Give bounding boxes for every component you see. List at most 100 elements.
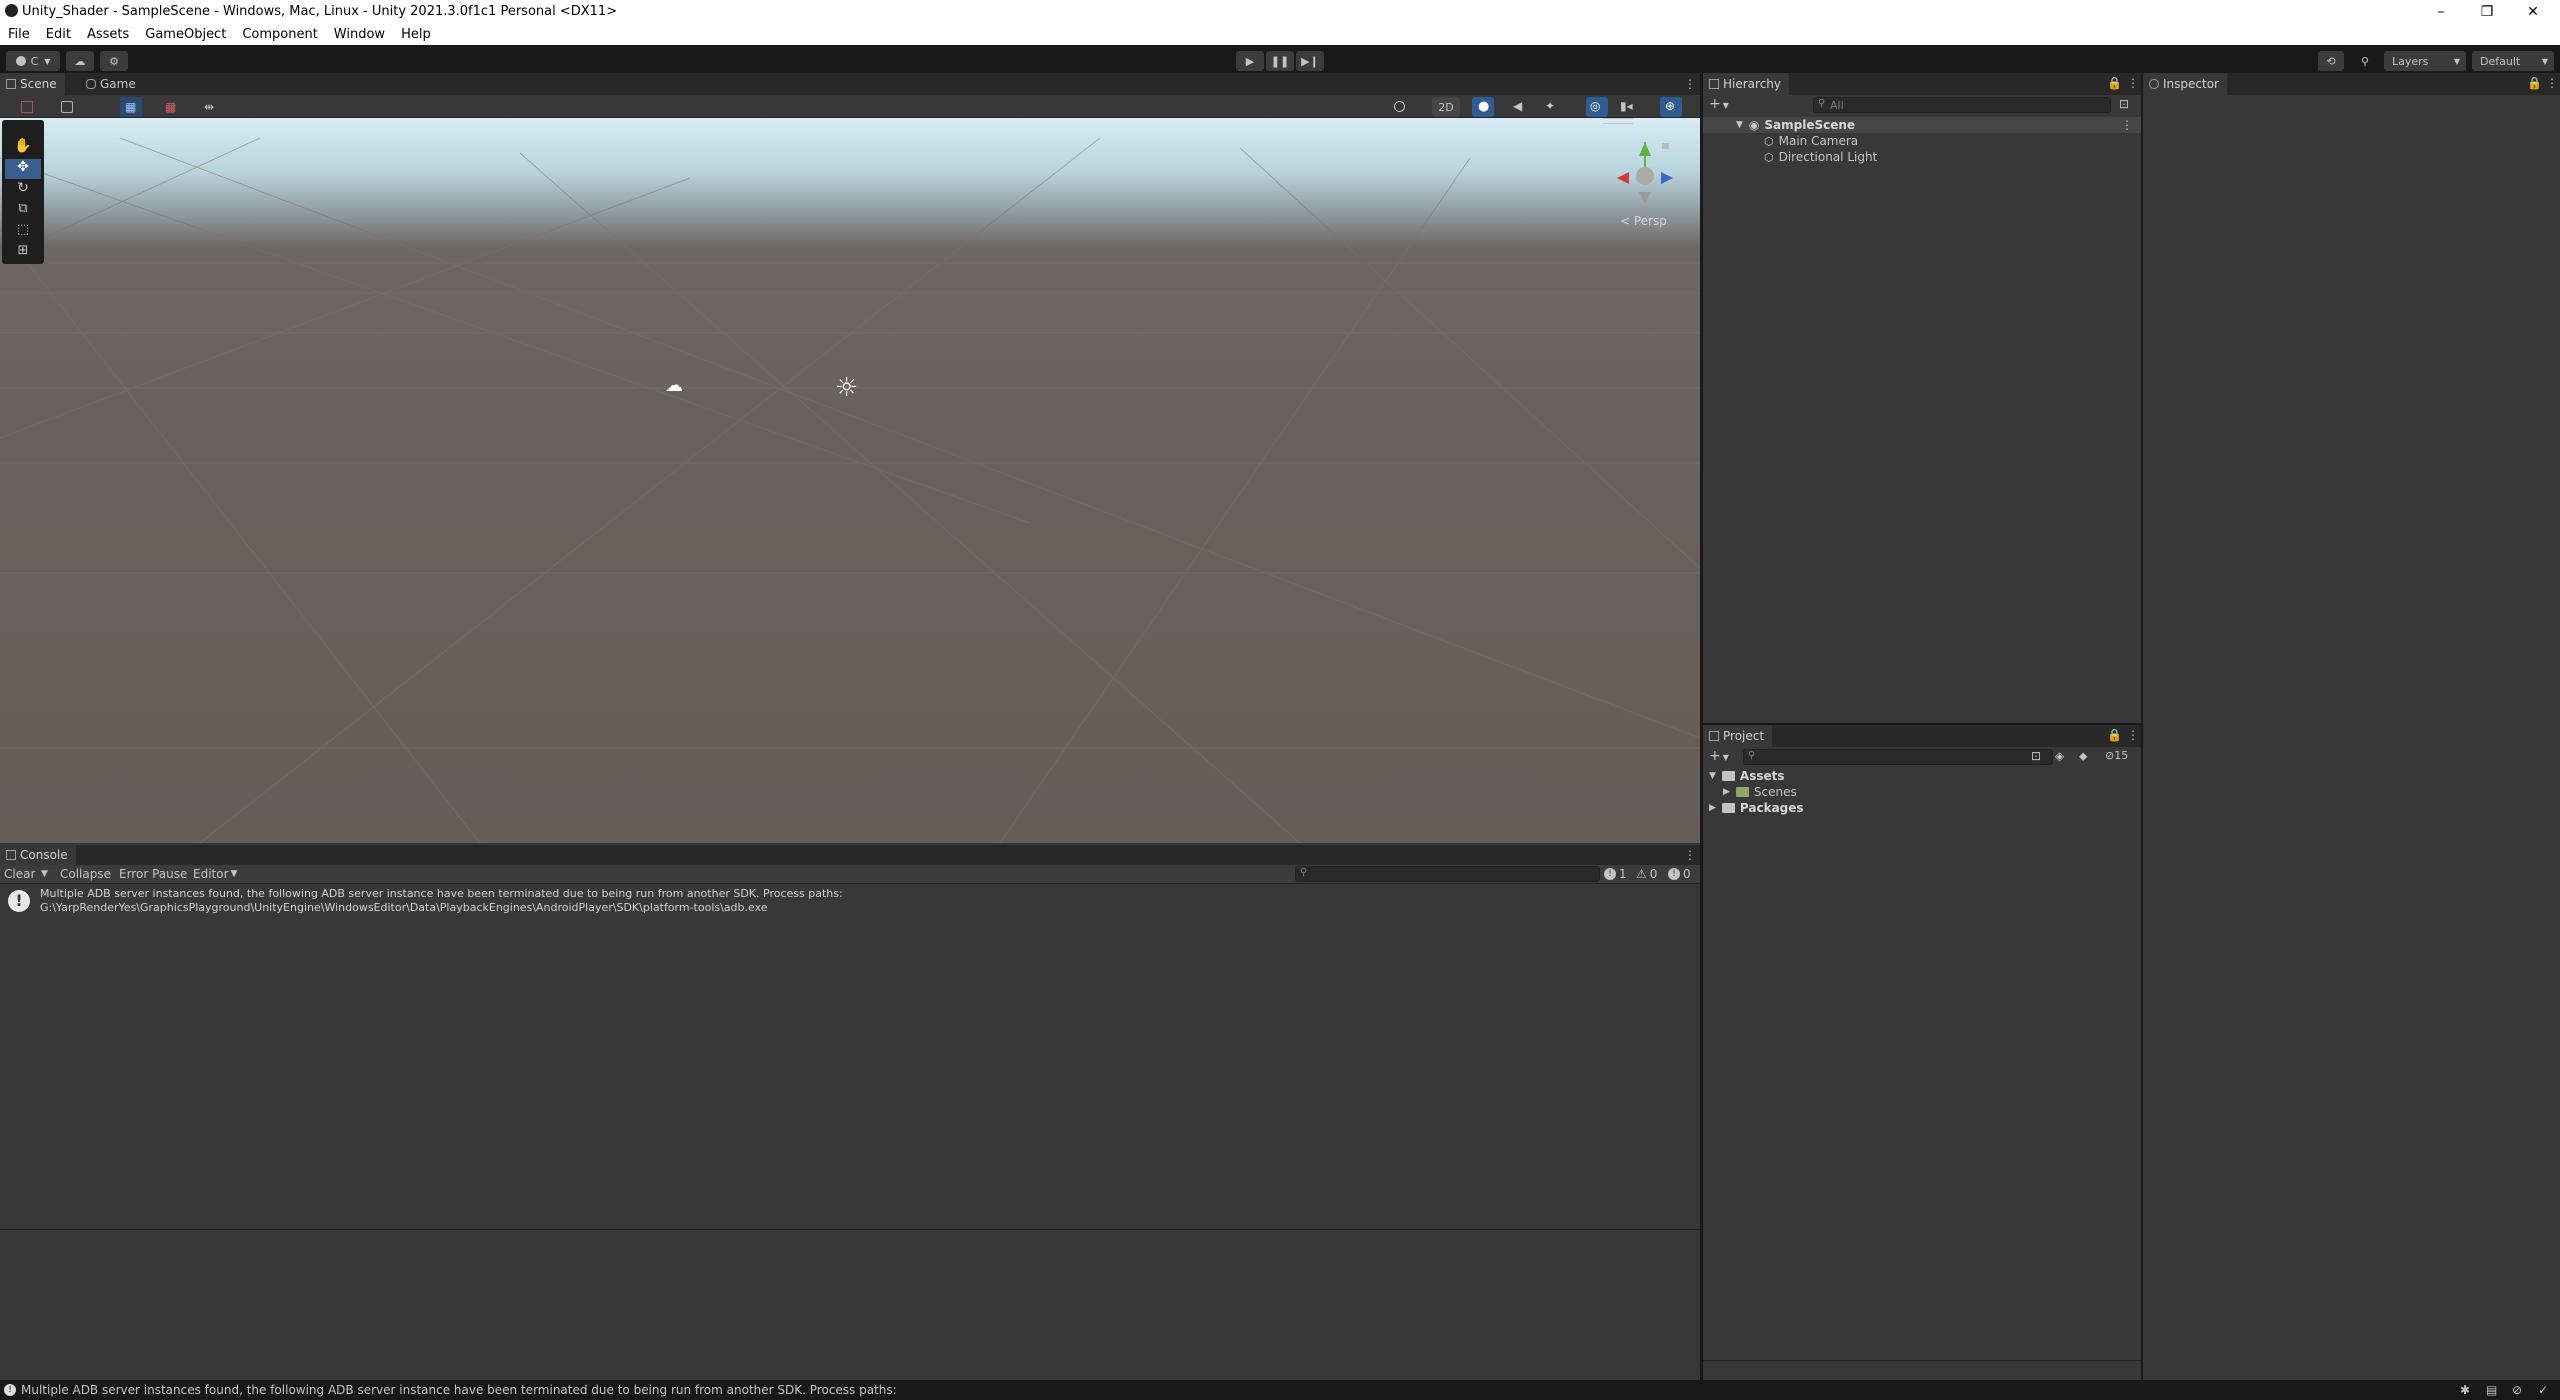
debug-bug-icon[interactable]: ✱	[2460, 1383, 2470, 1397]
menu-window[interactable]: Window	[334, 27, 385, 42]
project-tree-packages[interactable]: ▶ Packages	[1703, 800, 2141, 816]
hierarchy-item[interactable]: ⬡ Main Camera	[1703, 133, 2141, 149]
camera-gizmo-icon[interactable]: ☁	[665, 375, 683, 396]
project-search-input[interactable]: ⚲	[1743, 749, 2053, 765]
lightbulb-icon: ●	[1478, 99, 1490, 114]
console-search-input[interactable]: ⚲	[1295, 866, 1600, 882]
scale-tool-button[interactable]: ⧉	[5, 201, 41, 221]
tag-icon[interactable]: ⬥	[2079, 749, 2087, 764]
gizmos-button[interactable]: ⊕	[1660, 97, 1682, 117]
info-icon: !	[1604, 868, 1616, 880]
minimize-button[interactable]: –	[2418, 0, 2464, 23]
account-button[interactable]: C ▼	[6, 51, 60, 71]
tab-game[interactable]: Game	[80, 73, 144, 95]
more-options-icon[interactable]: ⋮	[2127, 76, 2139, 90]
error-pause-button[interactable]: Error Pause	[119, 865, 187, 883]
hidden-objects-button[interactable]: ◎	[1586, 97, 1608, 117]
snap-button[interactable]: ▦	[160, 97, 182, 117]
status-message[interactable]: Multiple ADB server instances found, the…	[21, 1383, 897, 1397]
collapse-button[interactable]: Collapse	[60, 865, 111, 883]
tab-console[interactable]: Console	[0, 845, 76, 865]
tab-inspector[interactable]: Inspector	[2143, 73, 2227, 95]
clear-button[interactable]: Clear	[4, 865, 35, 883]
draw-mode-button[interactable]	[18, 97, 40, 117]
2d-toggle-button[interactable]: 2D	[1432, 97, 1460, 117]
shading-mode-button[interactable]	[58, 97, 80, 117]
step-button[interactable]: ▶❙	[1296, 51, 1324, 71]
pause-button[interactable]: ❚❚	[1266, 51, 1294, 71]
cloud-button[interactable]: ☁	[66, 51, 94, 71]
warning-count-toggle[interactable]: ⚠ 0	[1636, 865, 1657, 883]
lock-icon[interactable]: 🔒	[2527, 76, 2542, 90]
grid-icon: ▦	[125, 100, 137, 114]
scene-visibility-icon[interactable]: ⊡	[2119, 97, 2129, 111]
more-options-icon[interactable]: ⋮	[2546, 76, 2558, 90]
menu-component[interactable]: Component	[242, 27, 317, 42]
scale-icon: ⧉	[18, 201, 28, 216]
persp-label[interactable]: < Persp	[1620, 214, 1667, 228]
console-log-entry[interactable]: ! Multiple ADB server instances found, t…	[0, 885, 1700, 917]
clear-options-chevron-icon[interactable]: ▼	[41, 865, 48, 883]
more-options-icon[interactable]: ⋮	[1684, 848, 1696, 862]
more-options-icon[interactable]: ⋮	[2121, 118, 2133, 132]
menu-gameobject[interactable]: GameObject	[145, 27, 226, 42]
hierarchy-item[interactable]: ⬡ Directional Light	[1703, 149, 2141, 165]
menu-help[interactable]: Help	[401, 27, 431, 42]
rotate-tool-button[interactable]: ↻	[5, 180, 41, 200]
network-icon[interactable]: ⊘	[2512, 1383, 2522, 1397]
menu-file[interactable]: File	[8, 27, 30, 42]
project-tree-scenes[interactable]: ▶ Scenes	[1703, 784, 2141, 800]
close-button[interactable]: ✕	[2510, 0, 2556, 23]
move-tool-button[interactable]: ✥	[5, 159, 41, 179]
check-icon[interactable]: ✓	[2538, 1383, 2548, 1397]
collab-button[interactable]: ⚙	[100, 51, 128, 71]
gizmo-drag-handle[interactable]	[1603, 118, 1633, 124]
menu-assets[interactable]: Assets	[87, 27, 129, 42]
menu-edit[interactable]: Edit	[46, 27, 71, 42]
tab-hierarchy[interactable]: Hierarchy	[1703, 73, 1790, 95]
gamepad-icon	[86, 79, 96, 89]
search-button[interactable]: ⚲	[2352, 51, 2378, 71]
effects-button[interactable]: ✦	[1540, 97, 1562, 117]
project-tree-assets[interactable]: ▼ Assets	[1703, 768, 2141, 784]
rect-tool-button[interactable]: ⬚	[5, 222, 41, 242]
grid-toggle-button[interactable]: ▦	[120, 97, 142, 117]
scene-viewport[interactable]: ✋ ✥ ↻ ⧉ ⬚ ⊞ ☁ ☼ < Persp	[0, 118, 1700, 843]
filter-by-label-icon[interactable]: ◈	[2055, 749, 2064, 763]
sun-light-icon[interactable]: ☼	[835, 373, 858, 403]
transform-tool-button[interactable]: ⊞	[5, 243, 41, 263]
layout-dropdown[interactable]: Default ▼	[2472, 51, 2554, 71]
tab-scene[interactable]: Scene	[0, 73, 65, 95]
console-detail-divider[interactable]	[0, 1229, 1700, 1230]
console-panel: Console ⋮ Clear ▼ Collapse Error Pause E…	[0, 843, 1700, 1380]
effects-icon: ✦	[1545, 99, 1556, 113]
restore-button[interactable]: ❐	[2464, 0, 2510, 23]
more-options-icon[interactable]: ⋮	[1684, 77, 1696, 91]
search-by-type-icon[interactable]: ⊡	[2031, 749, 2041, 763]
hand-tool-button[interactable]: ✋	[5, 138, 41, 158]
play-button[interactable]: ▶	[1236, 51, 1264, 71]
hierarchy-search-input[interactable]: ⚲ All	[1813, 97, 2111, 113]
layers-dropdown[interactable]: Layers ▼	[2384, 51, 2466, 71]
error-count-toggle[interactable]: ! 0	[1668, 865, 1691, 883]
render-mode-button[interactable]	[1390, 97, 1412, 117]
add-button[interactable]: + ▼	[1709, 96, 1729, 112]
lock-icon[interactable]: 🔒	[2107, 728, 2122, 742]
increment-snap-button[interactable]: ⇹	[200, 97, 222, 117]
hidden-packages-toggle[interactable]: ⊘15	[2105, 749, 2128, 762]
lighting-toggle-button[interactable]: ●	[1472, 97, 1494, 117]
more-options-icon[interactable]: ⋮	[2127, 728, 2139, 742]
audio-toggle-button[interactable]: ◀	[1508, 97, 1530, 117]
log-count-toggle[interactable]: ! 1	[1604, 865, 1627, 883]
lock-icon[interactable]: 🔒	[2107, 76, 2122, 90]
cache-server-icon[interactable]: ▤	[2486, 1383, 2497, 1397]
hierarchy-scene-row[interactable]: ▼ ◉ SampleScene ⋮	[1703, 117, 2141, 133]
editor-dropdown[interactable]: Editor ▼	[193, 865, 237, 883]
add-button[interactable]: + ▼	[1709, 748, 1729, 764]
unity-logo-icon	[5, 4, 18, 17]
tab-project[interactable]: Project	[1703, 725, 1773, 747]
undo-history-button[interactable]: ⟲	[2318, 51, 2344, 71]
camera-settings-button[interactable]: ▮◂	[1616, 97, 1638, 117]
orientation-gizmo[interactable]	[1605, 128, 1685, 218]
chevron-down-icon: ▼	[1722, 753, 1729, 762]
